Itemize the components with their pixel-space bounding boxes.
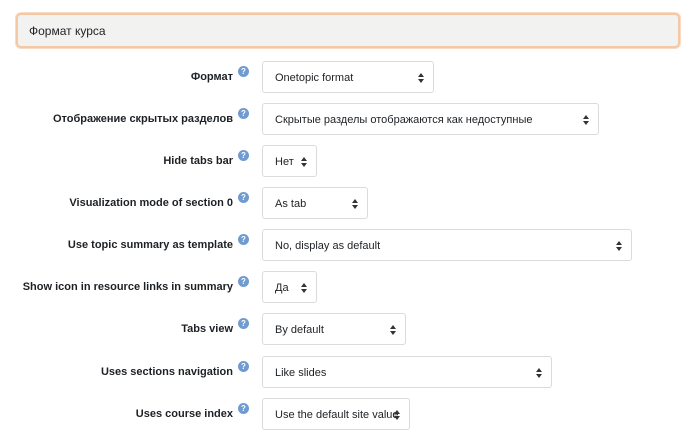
field-label-show-icon: Show icon in resource links in summary xyxy=(22,281,233,293)
select-arrows-icon xyxy=(616,241,623,251)
hidden-sections-select[interactable]: Скрытые разделы отображаются как недосту… xyxy=(262,103,599,135)
select-value: Use the default site value xyxy=(275,409,399,421)
form-row-course-index: Uses course index ? Use the default site… xyxy=(0,398,700,430)
form-row-hide-tabs-bar: Hide tabs bar ? Нет xyxy=(0,145,700,177)
select-value: Скрытые разделы отображаются как недосту… xyxy=(275,114,533,126)
select-arrows-icon xyxy=(301,283,308,293)
section-title: Формат курса xyxy=(29,24,106,38)
help-icon[interactable]: ? xyxy=(238,403,249,414)
help-icon[interactable]: ? xyxy=(238,66,249,77)
form-row-show-icon: Show icon in resource links in summary ?… xyxy=(0,271,700,303)
select-value: Like slides xyxy=(275,367,327,379)
select-arrows-icon xyxy=(583,115,590,125)
format-select[interactable]: Onetopic format xyxy=(262,61,434,93)
section0-mode-select[interactable]: As tab xyxy=(262,187,368,219)
field-label-course-index: Uses course index xyxy=(135,408,233,420)
help-icon[interactable]: ? xyxy=(238,108,249,119)
summary-template-select[interactable]: No, display as default xyxy=(262,229,632,261)
select-value: As tab xyxy=(275,198,307,210)
field-label-summary-template: Use topic summary as template xyxy=(67,239,233,251)
section-header-course-format[interactable]: Формат курса xyxy=(16,13,680,48)
show-icon-select[interactable]: Да xyxy=(262,271,317,303)
help-icon[interactable]: ? xyxy=(238,150,249,161)
help-icon[interactable]: ? xyxy=(238,192,249,203)
form-row-tabs-view: Tabs view ? By default xyxy=(0,313,700,345)
select-value: Нет xyxy=(275,156,294,168)
form-row-sections-navigation: Uses sections navigation ? Like slides xyxy=(0,356,700,388)
form-row-format: Формат ? Onetopic format xyxy=(0,61,700,93)
field-label-tabs-view: Tabs view xyxy=(181,323,233,335)
select-value: Да xyxy=(275,282,289,294)
select-arrows-icon xyxy=(301,157,308,167)
sections-navigation-select[interactable]: Like slides xyxy=(262,356,552,388)
select-value: Onetopic format xyxy=(275,72,354,84)
form-row-hidden-sections: Отображение скрытых разделов ? Скрытые р… xyxy=(0,103,700,135)
select-value: By default xyxy=(275,324,324,336)
course-index-select[interactable]: Use the default site value xyxy=(262,398,410,430)
field-label-hidden-sections: Отображение скрытых разделов xyxy=(52,113,233,125)
form-row-section0-mode: Visualization mode of section 0 ? As tab xyxy=(0,187,700,219)
select-arrows-icon xyxy=(418,73,425,83)
tabs-view-select[interactable]: By default xyxy=(262,313,406,345)
select-arrows-icon xyxy=(536,368,543,378)
field-label-hide-tabs-bar: Hide tabs bar xyxy=(163,155,233,167)
select-arrows-icon xyxy=(394,410,401,420)
help-icon[interactable]: ? xyxy=(238,361,249,372)
help-icon[interactable]: ? xyxy=(238,318,249,329)
field-label-sections-navigation: Uses sections navigation xyxy=(100,366,233,378)
help-icon[interactable]: ? xyxy=(238,234,249,245)
field-label-format: Формат xyxy=(190,71,233,83)
select-arrows-icon xyxy=(352,199,359,209)
field-label-section0-mode: Visualization mode of section 0 xyxy=(69,197,233,209)
select-value: No, display as default xyxy=(275,240,381,252)
hide-tabs-bar-select[interactable]: Нет xyxy=(262,145,317,177)
select-arrows-icon xyxy=(390,325,397,335)
help-icon[interactable]: ? xyxy=(238,276,249,287)
form-row-summary-template: Use topic summary as template ? No, disp… xyxy=(0,229,700,261)
